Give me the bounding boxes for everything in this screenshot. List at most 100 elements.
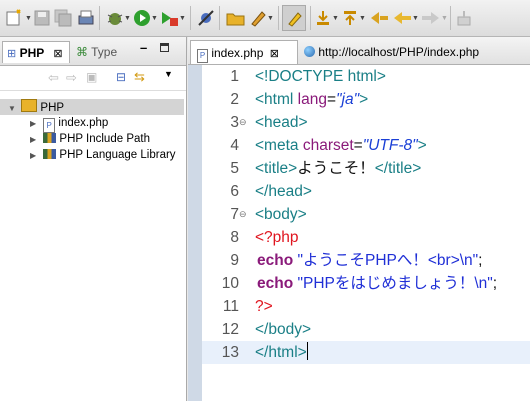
code-text: </head>: [255, 183, 312, 200]
toggle-mark-button[interactable]: [282, 5, 306, 31]
string-token: "ようこそPHPへ！<br>\n": [297, 252, 479, 269]
code-line[interactable]: 11 ?>: [202, 295, 530, 318]
fold-minus-icon[interactable]: ⊖: [239, 111, 247, 134]
maximize-icon[interactable]: [160, 43, 169, 52]
chevron-down-icon[interactable]: ▼: [412, 15, 419, 22]
tree-label: PHP: [40, 102, 65, 114]
close-icon[interactable]: ⊠: [53, 48, 62, 60]
code-line[interactable]: 8 <?php: [202, 226, 530, 249]
attr-token: lang: [297, 91, 327, 108]
tag-token: <html: [255, 91, 298, 108]
line-number: 7: [230, 206, 239, 223]
code-text: <title>ようこそ！</title>: [255, 157, 421, 180]
panel-toolbar: ⇦ ⇨ ▣ ⊟ ⇆ ▼: [0, 66, 186, 91]
tag-token: <title>: [255, 160, 298, 177]
code-line[interactable]: 3 ⊖ <head>: [202, 111, 530, 134]
semicolon-token: ;: [478, 252, 483, 269]
chevron-down-icon[interactable]: ▼: [124, 15, 131, 22]
code-line[interactable]: 1 <!DOCTYPE html>: [202, 65, 530, 88]
line-number: 1: [230, 68, 239, 85]
code-line[interactable]: 6 </head>: [202, 180, 530, 203]
string-token: "PHPをはじめましょう！\n": [297, 275, 493, 292]
chevron-down-icon[interactable]: ▼: [359, 15, 366, 22]
code-line[interactable]: 2 <html lang="ja">: [202, 88, 530, 111]
code-line[interactable]: 10 echo "PHPをはじめましょう！\n";: [202, 272, 530, 295]
highlighter-icon: [288, 12, 302, 27]
open-folder-icon[interactable]: [226, 9, 246, 27]
tab-type-hierarchy[interactable]: ⌘ Type: [76, 41, 117, 63]
chevron-down-icon[interactable]: ▼: [267, 15, 274, 22]
annotation-gutter: [188, 65, 202, 401]
view-menu-icon[interactable]: ▼: [164, 69, 173, 79]
chevron-down-icon[interactable]: ▼: [179, 15, 186, 22]
skip-breakpoints-icon[interactable]: [197, 9, 215, 27]
print-icon[interactable]: [77, 9, 95, 27]
tree-item-language-library[interactable]: ▶ PHP Language Library: [0, 147, 176, 163]
pencil-icon[interactable]: [249, 9, 267, 27]
tag-token: </title>: [374, 160, 422, 177]
code-text: </body>: [255, 321, 312, 338]
up-folder-icon[interactable]: ▣: [86, 70, 97, 84]
editor-area: P index.php ⊠ http://localhost/PHP/index…: [188, 37, 530, 401]
library-icon: [43, 133, 57, 143]
main-toolbar: ▼ ▼ ▼ ▼ ▼ ▼ ▼ ▼ ▼: [0, 0, 530, 37]
pin-editor-icon[interactable]: [456, 9, 472, 27]
line-number: 2: [230, 91, 239, 108]
close-icon[interactable]: ⊠: [270, 48, 279, 60]
forward-arrow-icon[interactable]: ⇨: [66, 70, 77, 86]
debug-icon[interactable]: [106, 9, 124, 27]
collapsed-triangle-icon[interactable]: ▶: [30, 148, 40, 164]
previous-annotation-icon[interactable]: [341, 9, 359, 27]
library-icon: [43, 149, 57, 159]
tab-label: http://localhost/PHP/index.php: [318, 45, 480, 59]
collapse-all-icon[interactable]: ⊟: [116, 70, 126, 84]
chevron-down-icon[interactable]: ▼: [151, 15, 158, 22]
minimize-icon[interactable]: –: [140, 40, 147, 55]
collapsed-triangle-icon[interactable]: ▶: [30, 116, 40, 132]
tag-token: >: [359, 91, 369, 108]
tree-item-project[interactable]: ▼ PHP: [0, 99, 184, 115]
code-line[interactable]: 5 <title>ようこそ！</title>: [202, 157, 530, 180]
code-editor[interactable]: 1 <!DOCTYPE html> 2 <html lang="ja"> 3 ⊖…: [188, 65, 530, 401]
code-line-current[interactable]: 13 </html>: [202, 341, 530, 364]
line-number: 11: [222, 298, 239, 315]
tab-index-php[interactable]: P index.php ⊠: [190, 40, 298, 64]
chevron-down-icon[interactable]: ▼: [25, 15, 32, 22]
tab-browser[interactable]: http://localhost/PHP/index.php: [302, 40, 479, 64]
tree-item-include-path[interactable]: ▶ PHP Include Path: [0, 131, 150, 147]
chevron-down-icon[interactable]: ▼: [332, 15, 339, 22]
tab-php-explorer[interactable]: ⊞ PHP ⊠: [2, 41, 70, 63]
forward-icon[interactable]: [421, 9, 441, 27]
save-all-icon[interactable]: [54, 9, 72, 27]
text-token: ようこそ！: [297, 160, 375, 177]
tab-label: Type: [91, 45, 118, 59]
code-text: ?>: [255, 298, 273, 315]
collapsed-triangle-icon[interactable]: ▶: [30, 132, 40, 148]
code-line[interactable]: 12 </body>: [202, 318, 530, 341]
next-annotation-icon[interactable]: [314, 9, 332, 27]
tree-label: PHP Include Path: [59, 133, 150, 145]
last-edit-icon[interactable]: [369, 9, 389, 27]
text-caret: [306, 342, 308, 360]
tree-item-file[interactable]: ▶ P index.php: [0, 115, 108, 133]
code-line[interactable]: 4 <meta charset="UTF-8">: [202, 134, 530, 157]
line-number: 4: [230, 137, 239, 154]
code-text: <!DOCTYPE html>: [255, 68, 386, 85]
code-text: <body>: [255, 206, 307, 223]
save-icon[interactable]: [34, 9, 50, 27]
code-line[interactable]: 7 ⊖ <body>: [202, 203, 530, 226]
string-token: "UTF-8": [362, 137, 418, 154]
code-text: <?php: [255, 229, 299, 246]
chevron-down-icon[interactable]: ▼: [441, 15, 448, 22]
editor-tab-bar: P index.php ⊠ http://localhost/PHP/index…: [188, 37, 530, 65]
new-icon[interactable]: [5, 9, 25, 27]
back-icon[interactable]: [392, 9, 412, 27]
tab-label: index.php: [211, 46, 264, 60]
run-icon[interactable]: [133, 9, 151, 27]
back-arrow-icon[interactable]: ⇦: [48, 70, 59, 86]
line-number: 10: [221, 275, 239, 292]
run-external-icon[interactable]: [159, 9, 179, 27]
fold-minus-icon[interactable]: ⊖: [239, 203, 247, 226]
link-with-editor-icon[interactable]: ⇆: [134, 69, 145, 85]
code-line[interactable]: 9 echo "ようこそPHPへ！<br>\n";: [202, 249, 530, 272]
